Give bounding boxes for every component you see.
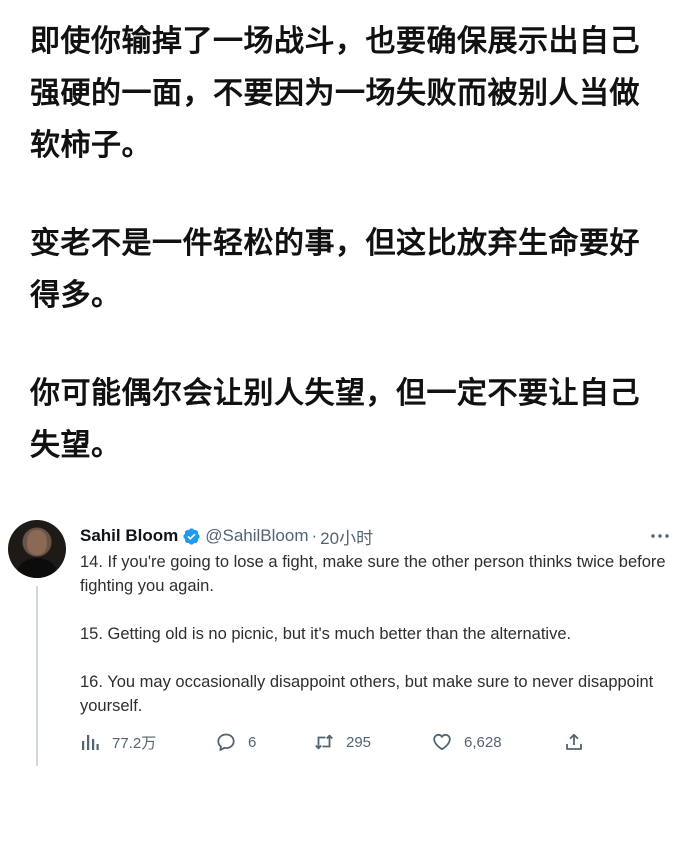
- tweet-actions: 77.2万 6 295 6,628: [80, 728, 600, 756]
- header-separator: ·: [311, 526, 318, 545]
- retweet-icon: [315, 734, 333, 750]
- reply-button[interactable]: 6: [216, 728, 256, 756]
- author-name[interactable]: Sahil Bloom: [80, 526, 178, 546]
- tweet-card[interactable]: Sahil Bloom @SahilBloom · 20小时 14. If yo…: [0, 510, 690, 790]
- heart-icon: [433, 733, 451, 751]
- tweet-time[interactable]: 20小时: [320, 524, 373, 549]
- views-count: 77.2万: [112, 734, 157, 752]
- retweet-button[interactable]: 295: [314, 728, 371, 756]
- quote-paragraph-3: 你可能偶尔会让别人失望，但一定不要让自己失望。: [30, 376, 640, 463]
- tweet-paragraph-14: 14. If you're going to lose a fight, mak…: [80, 553, 666, 595]
- retweet-count: 295: [346, 733, 372, 751]
- like-count: 6,628: [464, 733, 502, 751]
- views-bar-chart-icon: [82, 735, 99, 750]
- tweet-paragraph-15: 15. Getting old is no picnic, but it's m…: [80, 625, 572, 643]
- share-upload-icon: [566, 733, 582, 750]
- avatar[interactable]: [8, 520, 66, 578]
- reply-count: 6: [248, 733, 257, 751]
- share-button[interactable]: [564, 728, 596, 756]
- thread-line: [36, 586, 38, 766]
- tweet-paragraph-16: 16. You may occasionally disappoint othe…: [80, 673, 654, 715]
- verified-badge-icon: [183, 527, 200, 545]
- reply-bubble-icon: [217, 733, 235, 751]
- more-options-icon[interactable]: [650, 532, 670, 540]
- quote-paragraph-1: 即使你输掉了一场战斗，也要确保展示出自己强硬的一面，不要因为一场失败而被别人当做…: [30, 24, 640, 163]
- like-button[interactable]: 6,628: [432, 728, 502, 756]
- avatar-shoulders: [17, 558, 57, 578]
- avatar-face: [27, 530, 47, 555]
- quote-paragraph-2: 变老不是一件轻松的事，但这比放弃生命要好得多。: [30, 226, 640, 313]
- author-handle[interactable]: @SahilBloom: [205, 526, 308, 546]
- views-button[interactable]: 77.2万: [80, 728, 156, 756]
- tweet-header: Sahil Bloom @SahilBloom · 20小时: [80, 524, 373, 548]
